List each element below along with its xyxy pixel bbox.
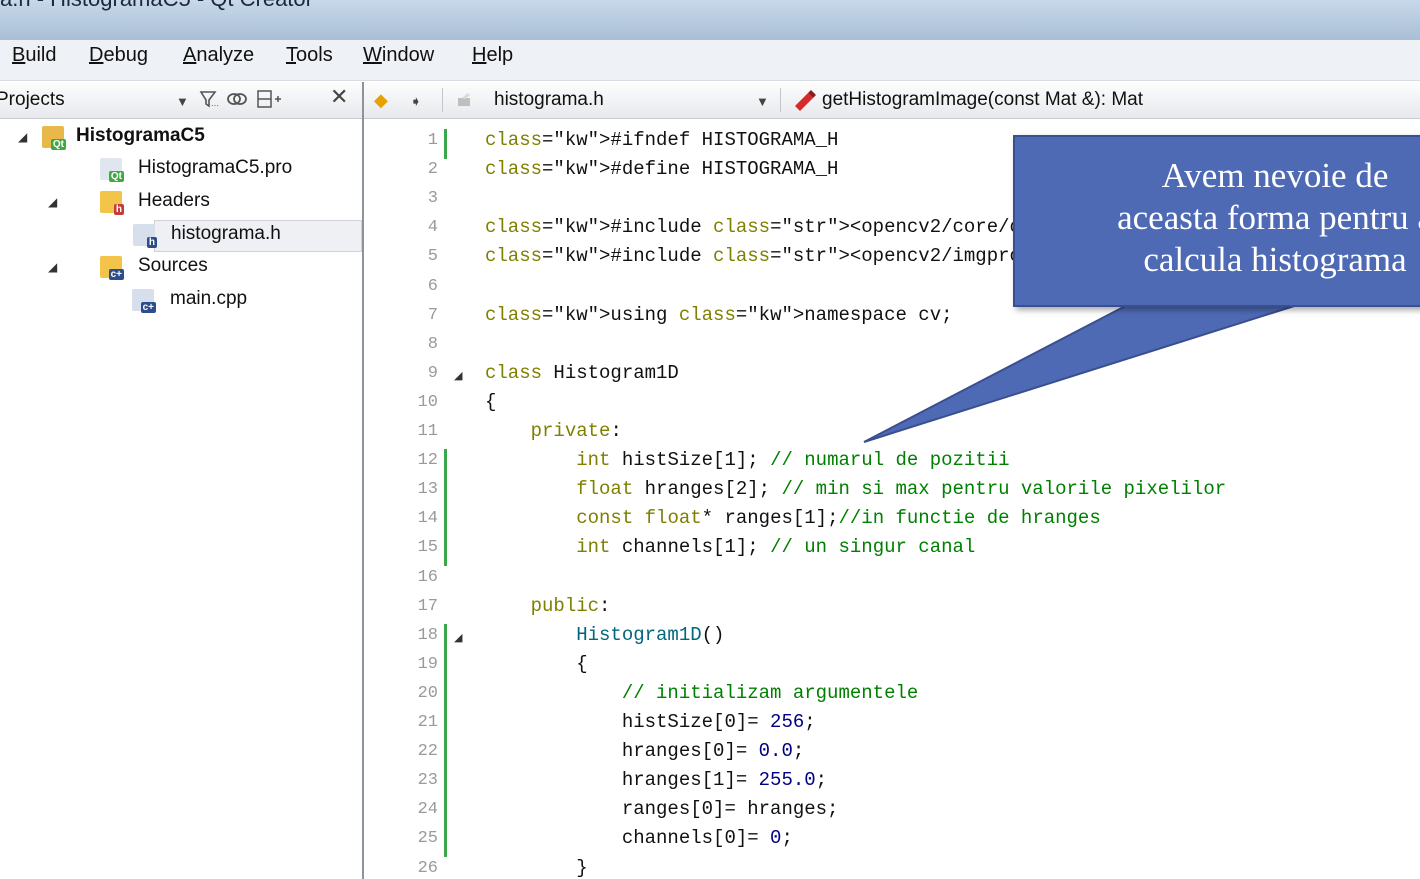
callout-text: Avem nevoie de aceasta forma pentru a ca… (1117, 156, 1420, 279)
callout-pointer (863, 300, 1311, 443)
callout-box: Avem nevoie de aceasta forma pentru a ca… (1013, 135, 1420, 307)
